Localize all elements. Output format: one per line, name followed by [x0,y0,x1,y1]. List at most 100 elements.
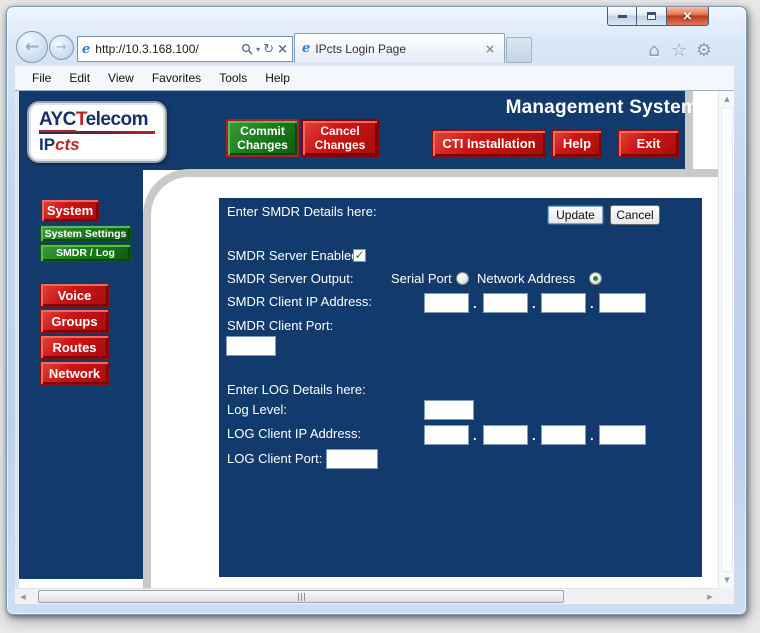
ie-tab-icon: e [302,41,310,56]
close-icon: × [682,9,693,24]
smdr-ip-octet-1[interactable] [424,293,469,313]
radio-serial-port[interactable] [456,272,469,285]
ip-separator: . [590,428,594,443]
logo-line2: IPcts [39,136,155,153]
grip-icon [304,593,305,601]
page-viewport: AYCTelecom IPcts Management System Commi… [15,90,734,603]
forward-icon: → [56,40,67,55]
exit-button[interactable]: Exit [618,130,679,157]
log-ip-octet-1[interactable] [424,425,469,445]
scroll-left-icon[interactable]: ◀ [16,590,30,604]
vertical-scroll-thumb[interactable] [721,107,733,572]
sidebar-item-system[interactable]: System [41,199,99,222]
menu-help[interactable]: Help [256,68,299,88]
smdr-ip-octet-2[interactable] [483,293,528,313]
cancel-changes-button[interactable]: CancelChanges [301,119,379,157]
web-page: AYCTelecom IPcts Management System Commi… [15,91,718,588]
log-ip-octet-4[interactable] [599,425,646,445]
address-input[interactable]: http://10.3.168.100/ [95,42,241,56]
sidebar-item-smdr-log[interactable]: SMDR / Log [40,244,131,262]
caption-buttons: × [607,7,709,26]
ip-separator: . [590,296,594,311]
stop-icon[interactable]: × [277,42,288,57]
log-ip-label: LOG Client IP Address: [227,426,361,441]
cancel-button[interactable]: Cancel [610,205,660,225]
refresh-icon[interactable]: ↻ [263,42,274,57]
smdr-log-form-panel: Enter SMDR Details here: Update Cancel S… [219,198,702,577]
smdr-port-input[interactable] [226,336,276,356]
close-button[interactable]: × [666,7,709,26]
horizontal-scrollbar[interactable]: ◀ ▶ [15,588,718,604]
browser-window: × ← → e http://10.3.168.100/ ▾ ↻ × e IPc… [6,6,747,615]
menu-tools[interactable]: Tools [210,68,256,88]
ip-separator: . [532,296,536,311]
scroll-right-icon[interactable]: ▶ [703,590,717,604]
ip-separator: . [473,296,477,311]
log-level-input[interactable] [424,400,474,420]
cti-installation-button[interactable]: CTI Installation [432,130,546,157]
log-level-label: Log Level: [227,402,287,417]
tab-ipcts-login-page[interactable]: e IPcts Login Page × [294,33,505,63]
minimize-icon [618,15,627,18]
minimize-button[interactable] [607,7,637,26]
sidebar-item-system-settings[interactable]: System Settings [40,225,131,242]
back-icon: ← [25,37,39,57]
log-port-label: LOG Client Port: [227,451,322,466]
commit-changes-button[interactable]: CommitChanges [226,119,299,157]
home-icon[interactable]: ⌂ [643,39,665,61]
sidebar-item-voice[interactable]: Voice [40,283,109,307]
restore-icon [647,12,656,20]
forward-button[interactable]: → [49,35,74,60]
sidebar-item-routes[interactable]: Routes [40,335,109,359]
log-ip-octet-2[interactable] [483,425,528,445]
radio-network-address[interactable] [589,272,602,285]
scroll-up-icon[interactable]: ▲ [720,92,734,106]
log-section-title: Enter LOG Details here: [227,382,366,397]
new-tab-button[interactable] [506,37,532,63]
menu-view[interactable]: View [99,68,143,88]
restore-button[interactable] [637,7,666,26]
gear-icon[interactable]: ⚙ [693,39,715,61]
smdr-ip-octet-3[interactable] [541,293,586,313]
log-ip-octet-3[interactable] [541,425,586,445]
smdr-enabled-checkbox[interactable]: ✓ [353,249,366,262]
vertical-scrollbar[interactable]: ▲ ▼ [718,91,734,588]
address-dropdown-icon[interactable]: ▾ [256,45,260,54]
ayc-telecom-logo: AYCTelecom IPcts [27,101,167,163]
search-icon[interactable] [241,43,253,55]
page-title: Management System [506,97,698,119]
menu-file[interactable]: File [23,68,60,88]
address-bar[interactable]: e http://10.3.168.100/ ▾ ↻ × [77,36,293,62]
menu-favorites[interactable]: Favorites [143,68,210,88]
tab-title: IPcts Login Page [315,42,483,56]
update-button[interactable]: Update [547,205,604,225]
check-icon: ✓ [354,248,364,262]
logo-line1: AYCTelecom [39,110,155,129]
network-address-label: Network Address [477,271,575,286]
menu-edit[interactable]: Edit [60,68,99,88]
serial-port-label: Serial Port [391,271,452,286]
smdr-ip-octet-4[interactable] [599,293,646,313]
back-button[interactable]: ← [16,31,48,63]
smdr-section-title: Enter SMDR Details here: [227,204,377,219]
horizontal-scroll-thumb[interactable] [38,590,564,603]
smdr-enabled-label: SMDR Server Enabled: [227,248,362,263]
sidebar-item-network[interactable]: Network [40,361,109,385]
scrollbar-corner [718,588,734,604]
log-port-input[interactable] [326,449,378,469]
ip-separator: . [473,428,477,443]
grip-icon [301,593,302,601]
favorites-star-icon[interactable]: ☆ [668,39,690,61]
smdr-ip-label: SMDR Client IP Address: [227,294,372,309]
scroll-down-icon[interactable]: ▼ [720,573,734,587]
tab-close-icon[interactable]: × [483,42,497,56]
sidebar-item-groups[interactable]: Groups [40,309,109,333]
grip-icon [298,593,299,601]
smdr-output-label: SMDR Server Output: [227,271,353,286]
menu-bar: File Edit View Favorites Tools Help [15,65,734,90]
help-button[interactable]: Help [552,130,602,157]
radio-selected-dot [593,276,598,281]
smdr-port-label: SMDR Client Port: [227,318,333,333]
ip-separator: . [532,428,536,443]
ie-page-icon: e [82,42,90,57]
